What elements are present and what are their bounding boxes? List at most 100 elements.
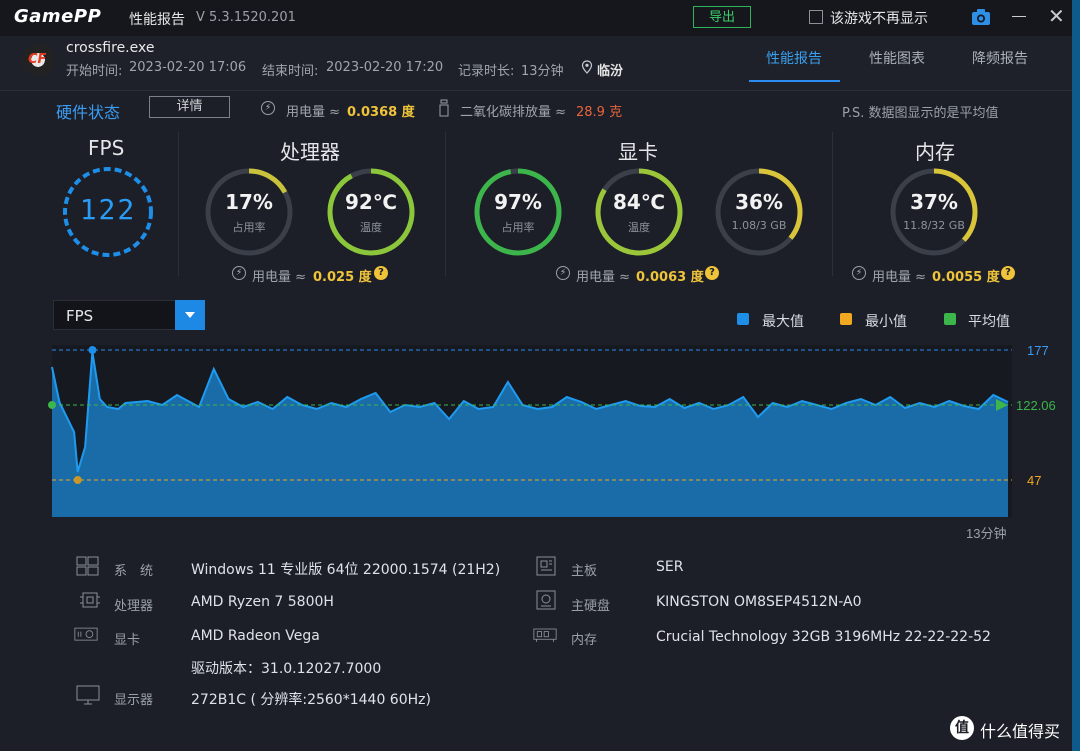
legend-min-swatch xyxy=(840,313,852,325)
gpu-help-icon[interactable]: ? xyxy=(705,266,719,280)
memory-power-label: 用电量 ≈ xyxy=(872,270,927,285)
max-marker xyxy=(88,346,97,354)
divider xyxy=(445,132,446,276)
gpu-temp-label: 温度 xyxy=(628,221,650,234)
duration-axis-label: 13分钟 xyxy=(966,526,1006,541)
duration-label: 记录时长: xyxy=(458,64,515,79)
watermark-badge: 值 xyxy=(950,716,974,740)
dropdown-arrow-button[interactable] xyxy=(175,300,205,330)
average-note: P.S. 数据图显示的是平均值 xyxy=(842,106,999,121)
os-label: 系 统 xyxy=(114,564,154,579)
memory-title: 内存 xyxy=(915,140,955,164)
process-name: crossfire.exe xyxy=(66,40,155,56)
gpu-power-bolt-icon: ⚡ xyxy=(556,266,570,280)
gpu-power-value: 0.0063 度 xyxy=(636,270,704,285)
gpu-usage-label: 占用率 xyxy=(501,221,535,234)
divider xyxy=(832,132,833,276)
gpu-title: 显卡 xyxy=(618,140,658,164)
no-show-label: 该游戏不再显示 xyxy=(830,11,928,27)
memory-info-label: 内存 xyxy=(571,633,598,648)
total-power-label: 用电量 ≈ xyxy=(286,105,341,120)
cpu-icon xyxy=(80,592,100,608)
min-value-label: 47 xyxy=(1027,473,1041,488)
metric-dropdown-value: FPS xyxy=(66,307,94,325)
location-pin-icon xyxy=(581,60,593,74)
cpu-info-label: 处理器 xyxy=(114,599,154,614)
disk-label: 主硬盘 xyxy=(571,599,611,614)
gpu-icon xyxy=(74,627,98,641)
motherboard-value: SER xyxy=(656,559,684,575)
co2-label: 二氧化碳排放量 ≈ xyxy=(460,105,567,120)
os-value: Windows 11 专业版 64位 22000.1574 (21H2) xyxy=(191,562,501,578)
duration: 13分钟 xyxy=(521,64,564,79)
max-value-label: 177 xyxy=(1027,343,1049,358)
watermark-text: 什么值得买 xyxy=(980,722,1061,741)
background-window-edge xyxy=(1072,0,1080,751)
co2-value: 28.9 克 xyxy=(576,105,623,120)
disk-icon xyxy=(536,590,556,610)
monitor-label: 显示器 xyxy=(114,693,154,708)
total-power-value: 0.0368 度 xyxy=(347,105,415,120)
memory-power-value: 0.0055 度 xyxy=(932,270,1000,285)
close-button[interactable]: ✕ xyxy=(1048,6,1065,26)
avg-marker xyxy=(48,400,56,409)
legend-min-label: 最小值 xyxy=(865,314,907,330)
gpu-power-label: 用电量 ≈ xyxy=(576,270,631,285)
gpu-vram-value: 36% xyxy=(735,190,783,214)
legend-max-swatch xyxy=(737,313,749,325)
details-button[interactable]: 详情 xyxy=(149,96,230,118)
minimize-button[interactable] xyxy=(1012,16,1026,17)
legend-avg-label: 平均值 xyxy=(968,314,1010,330)
window-title: 性能报告 xyxy=(129,12,185,28)
fps-value: 122 xyxy=(79,193,137,226)
cpu-info-value: AMD Ryzen 7 5800H xyxy=(191,594,334,610)
memory-usage-label: 11.8/32 GB xyxy=(903,219,965,232)
gpu-usage-value: 97% xyxy=(494,190,542,214)
tab-performance-report[interactable]: 性能报告 xyxy=(766,48,822,68)
cpu-temp-label: 温度 xyxy=(360,221,382,234)
cpu-help-icon[interactable]: ? xyxy=(374,266,388,280)
app-icon-text: CF xyxy=(28,52,47,67)
motherboard-icon xyxy=(536,556,556,576)
cpu-temp-value: 92℃ xyxy=(344,190,398,214)
version-text: V 5.3.1520.201 xyxy=(196,10,296,25)
avg-value-label: 122.06 xyxy=(1016,398,1056,413)
legend-avg-swatch xyxy=(944,313,956,325)
divider xyxy=(178,132,179,276)
power-bolt-icon: ⚡ xyxy=(261,101,275,115)
monitor-icon xyxy=(76,685,100,705)
gpu-info-value: AMD Radeon Vega xyxy=(191,628,320,644)
cpu-power-value: 0.025 度 xyxy=(313,270,372,285)
active-tab-indicator xyxy=(749,80,840,82)
gpu-info-label: 显卡 xyxy=(114,633,141,648)
memory-usage-value: 37% xyxy=(910,190,958,214)
no-show-checkbox[interactable] xyxy=(809,10,823,24)
gpu-temp-value: 84℃ xyxy=(612,190,666,214)
location-text: 临汾 xyxy=(597,64,624,79)
fps-title: FPS xyxy=(88,136,125,160)
tab-throttle-report[interactable]: 降频报告 xyxy=(972,48,1028,68)
export-button[interactable]: 导出 xyxy=(693,6,751,28)
memory-help-icon[interactable]: ? xyxy=(1001,266,1015,280)
driver-version: 驱动版本：31.0.12027.7000 xyxy=(191,661,382,677)
cpu-power-label: 用电量 ≈ xyxy=(252,270,307,285)
end-time-label: 结束时间: xyxy=(262,64,319,79)
motherboard-label: 主板 xyxy=(571,564,598,579)
gamepp-logo: GamePP xyxy=(14,6,102,27)
monitor-value: 272B1C ( 分辨率:2560*1440 60Hz) xyxy=(191,692,431,708)
end-time: 2023-02-20 17:20 xyxy=(326,60,444,75)
min-marker xyxy=(73,476,82,484)
co2-icon xyxy=(439,99,449,117)
legend-max-label: 最大值 xyxy=(762,314,804,330)
start-time-label: 开始时间: xyxy=(66,64,123,79)
fps-chart: 177 122.06 47 13分钟 xyxy=(48,343,1056,541)
start-time: 2023-02-20 17:06 xyxy=(129,60,247,75)
cpu-usage-label: 占用率 xyxy=(232,221,266,234)
cpu-usage-value: 17% xyxy=(225,190,273,214)
gpu-vram-label: 1.08/3 GB xyxy=(731,219,787,232)
camera-icon[interactable] xyxy=(971,8,991,26)
disk-value: KINGSTON OM8SEP4512N-A0 xyxy=(656,594,862,610)
app-icon: CF xyxy=(22,44,54,76)
memory-info-value: Crucial Technology 32GB 3196MHz 22-22-22… xyxy=(656,629,991,645)
tab-performance-chart[interactable]: 性能图表 xyxy=(869,48,925,68)
